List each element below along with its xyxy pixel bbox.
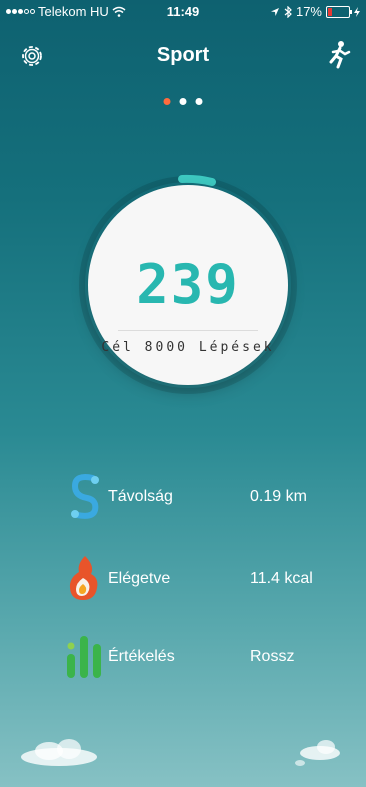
stat-row-rating: Értékelés Rossz xyxy=(0,630,366,690)
stat-value: 0.19 km xyxy=(250,488,307,505)
stat-label: Értékelés xyxy=(108,648,175,665)
stat-row-calories: Elégetve 11.4 kcal xyxy=(0,552,366,612)
stat-label: Távolság xyxy=(108,488,173,505)
stat-value: 11.4 kcal xyxy=(250,570,313,587)
location-icon xyxy=(270,7,279,16)
flame-icon xyxy=(69,556,98,600)
cloud-left xyxy=(21,739,97,766)
page-dot-1[interactable] xyxy=(163,98,171,105)
step-count: 239 xyxy=(136,253,240,316)
carrier-name: Telekom HU xyxy=(38,4,109,19)
step-progress[interactable]: 239 Cél 8000 Lépések xyxy=(78,155,298,415)
page-title: Sport xyxy=(156,44,210,66)
divider xyxy=(118,330,258,331)
page-dot-3[interactable] xyxy=(195,98,203,105)
battery-icon xyxy=(326,5,352,18)
battery-percent: 17% xyxy=(295,4,322,19)
stat-row-distance: Távolság 0.19 km xyxy=(0,470,366,530)
page-indicator[interactable] xyxy=(163,98,203,105)
signal-icon xyxy=(6,9,35,14)
page-dot-2[interactable] xyxy=(179,98,187,105)
step-goal: Cél 8000 Lépések xyxy=(101,340,275,355)
step-circle: 239 Cél 8000 Lépések xyxy=(88,185,288,385)
rating-bars-icon xyxy=(67,636,101,678)
status-bar: Telekom HU 11:49 17% xyxy=(0,0,366,22)
gear-icon[interactable] xyxy=(18,42,46,70)
status-right: 17% xyxy=(270,4,360,19)
stat-value: Rossz xyxy=(250,648,295,665)
bluetooth-icon xyxy=(284,5,292,18)
nav-bar: Sport xyxy=(0,36,366,76)
runner-icon[interactable] xyxy=(326,40,352,70)
charging-icon xyxy=(354,6,360,17)
cloud-right xyxy=(295,740,340,766)
wifi-icon xyxy=(112,6,126,17)
stat-label: Elégetve xyxy=(108,570,171,587)
clock: 11:49 xyxy=(166,4,200,19)
distance-icon xyxy=(71,474,99,519)
carrier-info: Telekom HU xyxy=(6,4,126,19)
